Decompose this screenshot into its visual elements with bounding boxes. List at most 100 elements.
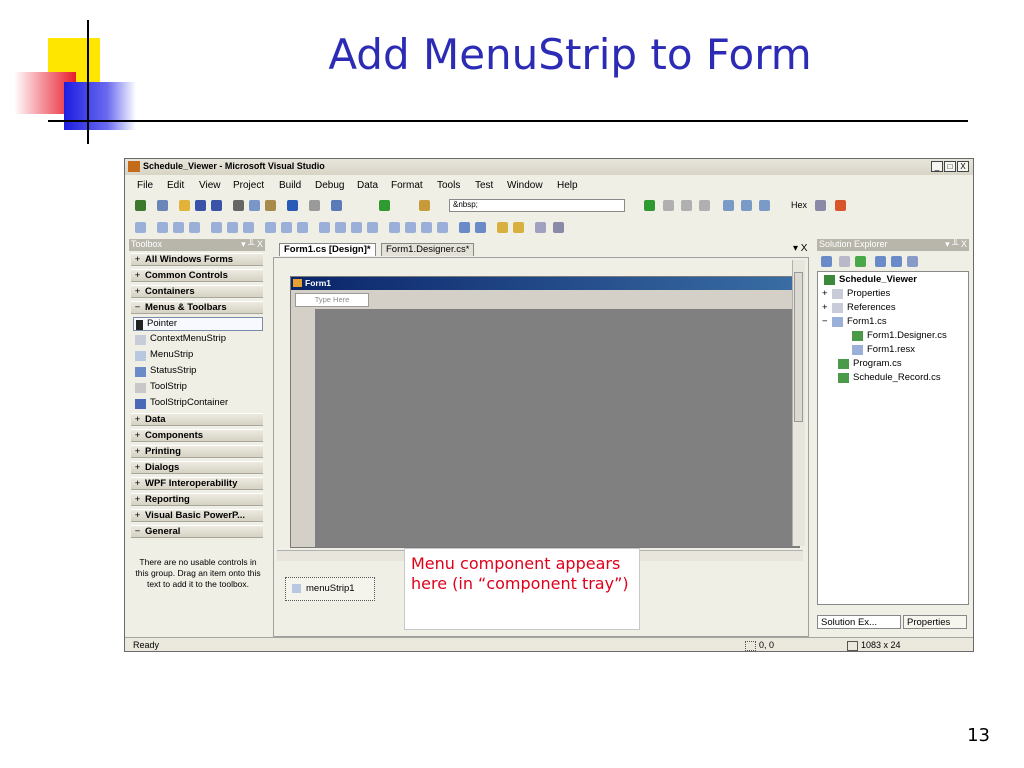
find-icon[interactable] (419, 200, 430, 211)
align-centers-icon[interactable] (173, 222, 184, 233)
lock-controls-icon[interactable] (535, 222, 546, 233)
stop-icon[interactable] (681, 200, 692, 211)
solution-explorer-pin-controls[interactable]: ▾ ╨ X (945, 239, 967, 250)
toolbox-item-toolstrip[interactable]: ToolStrip (133, 381, 263, 395)
toolbox-item-pointer[interactable]: Pointer (133, 317, 263, 331)
cut-icon[interactable] (233, 200, 244, 211)
toolbox-category-components[interactable]: + Components (131, 429, 263, 442)
toolbox-category-wpf-interoperability[interactable]: + WPF Interoperability (131, 477, 263, 490)
class-diagram-icon[interactable] (907, 256, 918, 267)
decrease-vspacing-icon[interactable] (421, 222, 432, 233)
center-horizontally-icon[interactable] (459, 222, 470, 233)
step-out-icon[interactable] (759, 200, 770, 211)
scroll-thumb[interactable] (794, 272, 803, 422)
bring-to-front-icon[interactable] (497, 222, 508, 233)
component-tray-menustrip1[interactable]: menuStrip1 (285, 577, 375, 601)
toolbox-category-data[interactable]: + Data (131, 413, 263, 426)
form1-client-area[interactable] (315, 309, 799, 547)
align-tops-icon[interactable] (211, 222, 222, 233)
toolbox-item-menustrip[interactable]: MenuStrip (133, 349, 263, 363)
center-vertically-icon[interactable] (475, 222, 486, 233)
menu-debug[interactable]: Debug (315, 180, 344, 191)
toolbox-item-statusstrip[interactable]: StatusStrip (133, 365, 263, 379)
vertical-spacing-icon[interactable] (389, 222, 400, 233)
view-designer-icon[interactable] (891, 256, 902, 267)
menu-build[interactable]: Build (279, 180, 301, 191)
menu-edit[interactable]: Edit (167, 180, 184, 191)
copy-icon[interactable] (249, 200, 260, 211)
start-debug-icon[interactable] (379, 200, 390, 211)
toolbox-category-all-windows-forms[interactable]: + All Windows Forms (131, 253, 263, 266)
tab-properties[interactable]: Properties (903, 615, 967, 629)
undo-icon[interactable] (287, 200, 298, 211)
align-bottoms-icon[interactable] (243, 222, 254, 233)
properties-icon[interactable] (821, 256, 832, 267)
align-rights-icon[interactable] (189, 222, 200, 233)
show-all-files-icon[interactable] (839, 256, 850, 267)
tree-project[interactable]: Schedule_Viewer (824, 274, 917, 285)
breakpoint-icon[interactable] (815, 200, 826, 211)
align-lefts-icon[interactable] (157, 222, 168, 233)
hex-toggle[interactable]: Hex (791, 200, 807, 210)
increase-spacing-icon[interactable] (335, 222, 346, 233)
toolbox-item-contextmenustrip[interactable]: ContextMenuStrip (133, 333, 263, 347)
toolbox-category-visual-basic-powerpacks[interactable]: + Visual Basic PowerP... (131, 509, 263, 522)
open-file-icon[interactable] (179, 200, 190, 211)
toolbox-category-general[interactable]: − General (131, 525, 263, 538)
tree-properties[interactable]: + Properties (822, 288, 890, 299)
toolbox-category-reporting[interactable]: + Reporting (131, 493, 263, 506)
toolbox-category-containers[interactable]: + Containers (131, 285, 263, 298)
paste-icon[interactable] (265, 200, 276, 211)
minimize-button[interactable]: _ (931, 161, 943, 172)
tree-form1-resx[interactable]: Form1.resx (852, 344, 915, 355)
menu-window[interactable]: Window (507, 180, 543, 191)
increase-vspacing-icon[interactable] (405, 222, 416, 233)
toolbox-category-dialogs[interactable]: + Dialogs (131, 461, 263, 474)
remove-vspacing-icon[interactable] (437, 222, 448, 233)
toolbox-category-menus-toolbars[interactable]: − Menus & Toolbars (131, 301, 263, 314)
toolbox-item-toolstripcontainer[interactable]: ToolStripContainer (133, 397, 263, 411)
refresh-icon[interactable] (855, 256, 866, 267)
tab-solution-explorer[interactable]: Solution Ex... (817, 615, 901, 629)
tree-form1-cs[interactable]: − Form1.cs (822, 316, 887, 327)
menu-type-here-box[interactable]: Type Here (295, 293, 369, 307)
save-icon[interactable] (195, 200, 206, 211)
tab-controls[interactable]: ▾ X (793, 243, 807, 254)
toolbox-category-printing[interactable]: + Printing (131, 445, 263, 458)
tree-schedule-record-cs[interactable]: Schedule_Record.cs (838, 372, 941, 383)
form1-preview[interactable]: Form1 Type Here (290, 276, 800, 548)
new-project-icon[interactable] (135, 200, 146, 211)
tab-order-icon[interactable] (553, 222, 564, 233)
tab-form1-design[interactable]: Form1.cs [Design]* (279, 243, 376, 256)
redo-icon[interactable] (309, 200, 320, 211)
make-same-size-icon[interactable] (297, 222, 308, 233)
view-code-icon[interactable] (875, 256, 886, 267)
designer-vertical-scrollbar[interactable] (792, 260, 805, 546)
menu-format[interactable]: Format (391, 180, 423, 191)
tab-form1-designer-cs[interactable]: Form1.Designer.cs* (381, 243, 475, 256)
menu-project[interactable]: Project (233, 180, 264, 191)
restart-icon[interactable] (699, 200, 710, 211)
make-same-width-icon[interactable] (265, 222, 276, 233)
toolbox-category-common-controls[interactable]: + Common Controls (131, 269, 263, 282)
save-all-icon[interactable] (211, 200, 222, 211)
close-button[interactable]: X (957, 161, 969, 172)
tree-program-cs[interactable]: Program.cs (838, 358, 902, 369)
navigate-icon[interactable] (331, 200, 342, 211)
tree-form1-designer-cs[interactable]: Form1.Designer.cs (852, 330, 947, 341)
add-item-icon[interactable] (157, 200, 168, 211)
align-middles-icon[interactable] (227, 222, 238, 233)
pause-icon[interactable] (663, 200, 674, 211)
make-same-height-icon[interactable] (281, 222, 292, 233)
step-over-icon[interactable] (741, 200, 752, 211)
horizontal-spacing-icon[interactable] (319, 222, 330, 233)
send-to-back-icon[interactable] (513, 222, 524, 233)
run-icon[interactable] (644, 200, 655, 211)
menu-file[interactable]: File (137, 180, 153, 191)
step-into-icon[interactable] (723, 200, 734, 211)
maximize-button[interactable]: □ (944, 161, 956, 172)
menu-tools[interactable]: Tools (437, 180, 460, 191)
menu-data[interactable]: Data (357, 180, 378, 191)
window-layout-icon[interactable] (835, 200, 846, 211)
align-to-grid-icon[interactable] (135, 222, 146, 233)
